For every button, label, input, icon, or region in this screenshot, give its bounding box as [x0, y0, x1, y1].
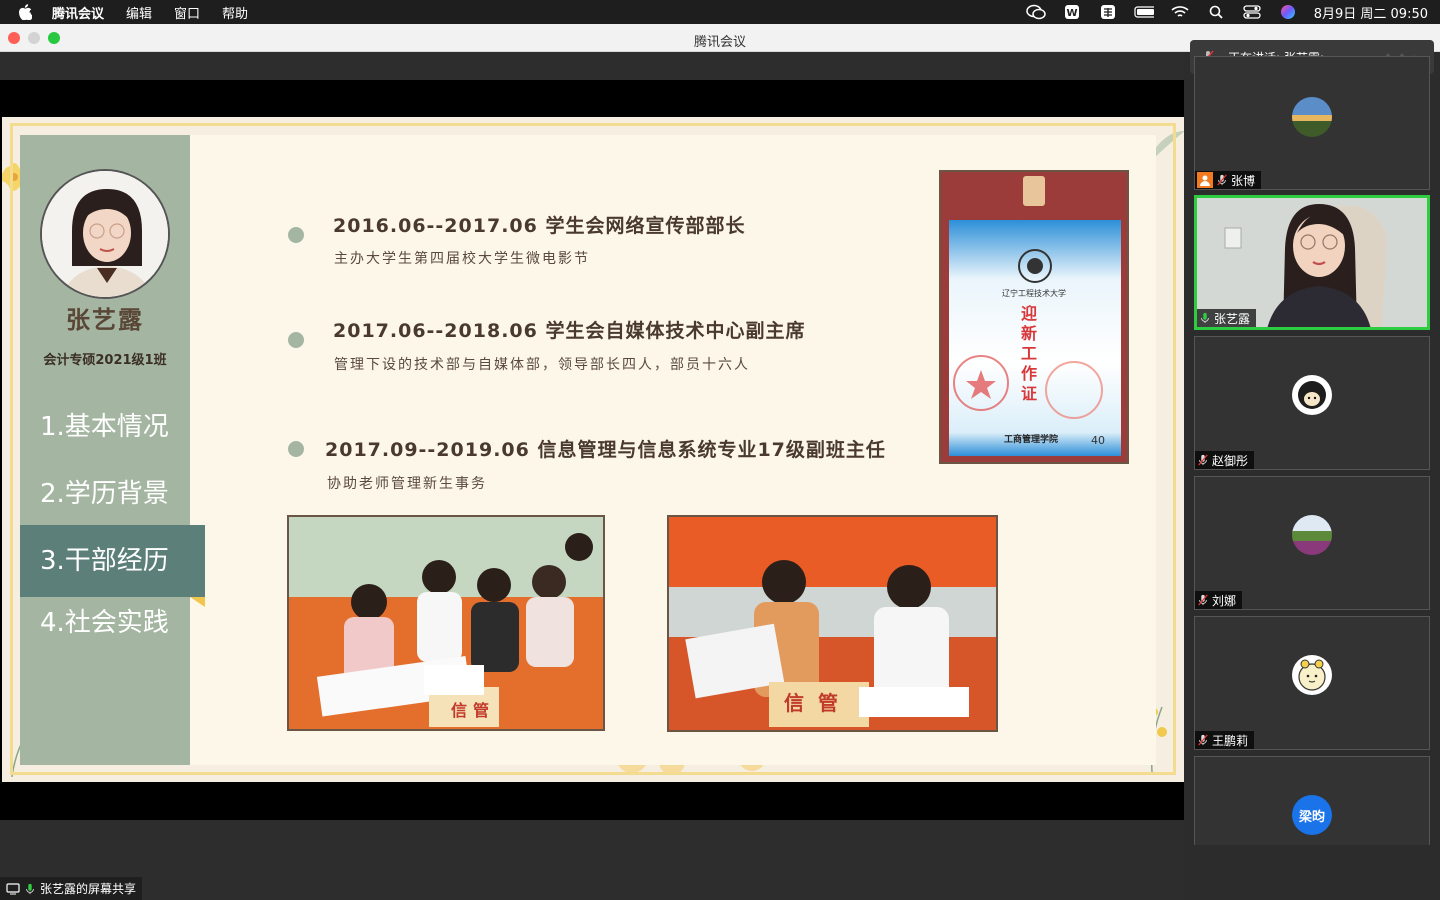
group-photo-left-sign: 信管: [451, 701, 496, 720]
wifi-icon[interactable]: [1170, 4, 1190, 20]
participant-name: 赵御彤: [1212, 453, 1249, 468]
host-icon: [1197, 172, 1213, 188]
mic-active-icon: [26, 883, 34, 894]
participant-tile[interactable]: 王鹏莉: [1194, 616, 1430, 750]
participant-name: 张博: [1231, 173, 1256, 188]
slide-nav-education: 2.学历背景: [40, 479, 169, 509]
participant-label: 张艺露: [1197, 309, 1257, 327]
participant-avatar: [1292, 515, 1332, 555]
work-badge-photo: 辽宁工程技术大学 迎新工作证 工商管理学院 40: [939, 170, 1129, 464]
screen-share-icon: [6, 882, 20, 894]
slide-nav-social-practice: 4.社会实践: [40, 608, 169, 638]
input-method-icon[interactable]: [1098, 4, 1118, 20]
mic-muted-icon: [1198, 454, 1208, 466]
entry-bullet: [288, 332, 304, 348]
menu-edit[interactable]: 编辑: [126, 3, 152, 22]
participant-tile[interactable]: 赵御彤: [1194, 336, 1430, 470]
red-seal-icon: [953, 355, 1009, 411]
mic-active-icon: [1201, 312, 1209, 324]
control-center-icon[interactable]: [1242, 4, 1262, 20]
mic-muted-icon: [1198, 594, 1208, 606]
entry-bullet: [288, 441, 304, 457]
entry-3-desc: 协助老师管理新生事务: [327, 476, 487, 492]
participant-name: 王鹏莉: [1212, 733, 1249, 748]
entry-1-desc: 主办大学生第四届校大学生微电影节: [334, 251, 590, 267]
badge-university: 辽宁工程技术大学: [1002, 289, 1066, 298]
entry-2-title: 2017.06--2018.06 学生会自媒体技术中心副主席: [333, 320, 806, 342]
apple-icon[interactable]: [18, 4, 36, 20]
participant-avatar: [1292, 655, 1332, 695]
profile-name: 张艺露: [66, 306, 144, 334]
participant-label: 张博: [1195, 171, 1262, 189]
participant-label: 赵御彤: [1195, 451, 1255, 469]
entry-3-title: 2017.09--2019.06 信息管理与信息系统专业17级副班主任: [325, 439, 886, 461]
entry-1-title: 2016.06--2017.06 学生会网络宣传部部长: [333, 215, 746, 237]
screen-share-label: 张艺露的屏幕共享: [0, 877, 143, 900]
battery-icon[interactable]: [1134, 4, 1154, 20]
badge-number: 40: [1091, 434, 1105, 447]
search-icon[interactable]: [1206, 4, 1226, 20]
svg-text:W: W: [1066, 8, 1077, 19]
slide-nav-cadre-experience: 3.干部经历: [20, 525, 205, 607]
university-logo-icon: [1018, 249, 1052, 283]
participant-avatar: [1292, 375, 1332, 415]
participant-label: 王鹏莉: [1195, 731, 1255, 749]
group-photo-left: 信管: [287, 515, 605, 731]
menu-app-name[interactable]: 腾讯会议: [52, 3, 104, 22]
participant-avatar: 梁昀: [1292, 795, 1332, 835]
group-photo-right-sign: 信管: [784, 691, 852, 715]
red-seal-icon: [1045, 361, 1103, 419]
mic-muted-icon: [1217, 174, 1227, 186]
presentation-slide: 张艺露 会计专硕2021级1班 1.基本情况 2.学历背景 3.干部经历 4.社…: [2, 117, 1184, 782]
entry-2-desc: 管理下设的技术部与自媒体部，领导部长四人，部员十六人: [334, 357, 750, 373]
participant-name: 刘娜: [1212, 593, 1237, 608]
wechat-icon[interactable]: [1025, 4, 1046, 20]
screen-share-owner: 张艺露的屏幕共享: [40, 882, 137, 896]
menu-help[interactable]: 帮助: [222, 3, 248, 22]
profile-photo: [40, 169, 170, 299]
participant-tile[interactable]: 张博: [1194, 56, 1430, 190]
siri-icon[interactable]: [1278, 4, 1298, 20]
entry-bullet: [288, 227, 304, 243]
participant-label: 刘娜: [1195, 591, 1243, 609]
participant-tile-active[interactable]: 张艺露: [1194, 195, 1430, 330]
participant-name: 张艺露: [1214, 311, 1251, 326]
participant-avatar: [1292, 97, 1332, 137]
profile-class: 会计专硕2021级1班: [43, 353, 167, 368]
participant-tile[interactable]: 梁昀: [1194, 756, 1430, 845]
slide-nav-cadre-experience-label: 3.干部经历: [40, 546, 169, 576]
menu-bar: 腾讯会议 编辑 窗口 帮助 W 8月9日 周二 09:50: [0, 0, 1440, 24]
participant-tile[interactable]: 刘娜: [1194, 476, 1430, 610]
wps-icon[interactable]: W: [1062, 4, 1082, 20]
badge-title: 迎新工作证: [1021, 304, 1038, 403]
menu-datetime[interactable]: 8月9日 周二 09:50: [1314, 3, 1428, 22]
mic-muted-icon: [1198, 734, 1208, 746]
slide-nav-basic-info: 1.基本情况: [40, 412, 169, 442]
menu-window[interactable]: 窗口: [174, 3, 200, 22]
group-photo-right: 信管: [667, 515, 998, 732]
